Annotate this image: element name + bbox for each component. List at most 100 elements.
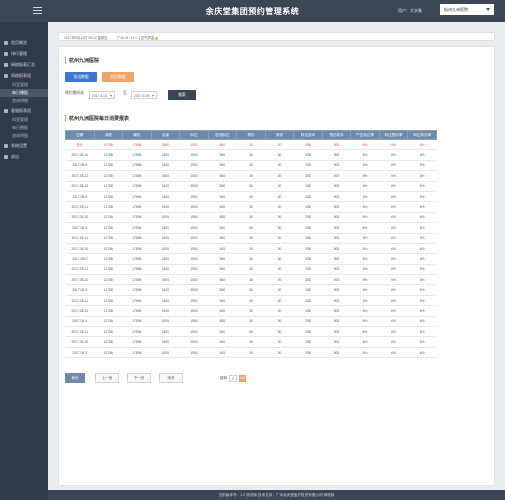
- sidebar: 首页概览 排行管理 网络报表汇总 网络报表组 科室管理 每日播报 咨询明细 客服…: [0, 22, 48, 500]
- sidebar-item-logout[interactable]: 退出: [0, 151, 48, 162]
- sidebar-item-label: 系统设置: [11, 142, 27, 148]
- table-cell: 6%: [407, 191, 437, 203]
- date-to-select[interactable]: 2017-5-08: [131, 91, 157, 99]
- table-cell: 30: [236, 347, 266, 359]
- table-cell: 2017-05-9: [65, 191, 95, 203]
- table-cell: 1500: [179, 336, 209, 348]
- table-row: 2017-05-9 11758 17896 1500 1500 800 30 30 258 500…: [65, 347, 437, 359]
- sidebar-subitem-daily[interactable]: 每日播报: [0, 89, 48, 97]
- table-cell: 6%: [350, 181, 380, 192]
- table-cell: 1500: [151, 284, 180, 296]
- sidebar-subitem-dept[interactable]: 科室管理: [0, 81, 48, 89]
- table-cell: 17896: [122, 212, 152, 224]
- sidebar-item-network-group[interactable]: 网络报表组: [0, 70, 48, 81]
- user-label[interactable]: 用户：大头象: [398, 8, 422, 14]
- table-cell: 258: [293, 295, 323, 307]
- chart-icon: [4, 73, 8, 78]
- table-cell: 1500: [179, 149, 209, 161]
- table-cell: 6%: [350, 347, 380, 359]
- sidebar-item-home[interactable]: 首页概览: [0, 37, 48, 48]
- next-page-button[interactable]: 下一页: [127, 373, 151, 383]
- first-page-button[interactable]: 首页: [65, 373, 85, 383]
- table-cell: 11758: [94, 264, 123, 276]
- table-cell: 6%: [379, 181, 408, 192]
- page-input[interactable]: 2: [229, 375, 238, 382]
- sidebar-item-label: 网络报表组: [11, 72, 31, 78]
- sidebar-subitem-consult[interactable]: 咨询明细: [0, 97, 48, 105]
- table-header-cell: 曝光: [122, 130, 152, 140]
- table-cell: 6%: [379, 336, 408, 348]
- table-cell: 500: [322, 316, 351, 328]
- sidebar-item-service-group[interactable]: 客服报表组: [0, 105, 48, 116]
- table-row: 2017-05-11 11758 17896 1500 1500 800 30 30 258 50…: [65, 170, 437, 182]
- sidebar-item-settings[interactable]: 系统设置: [0, 140, 48, 151]
- table-cell: 30: [265, 243, 294, 255]
- chevron-down-icon: [152, 95, 154, 97]
- compare-button[interactable]: 对比数据: [102, 72, 134, 82]
- table-cell: 6%: [407, 264, 437, 276]
- table-cell: 800: [208, 243, 237, 255]
- table-cell: 30: [236, 233, 266, 244]
- table-cell: 500: [322, 139, 351, 151]
- table-cell: 500: [322, 181, 351, 192]
- table-cell: 1500: [179, 347, 209, 359]
- table-cell: 258: [293, 233, 323, 244]
- table-cell: 11758: [94, 139, 123, 151]
- date-from-select[interactable]: 2017-5-01: [89, 91, 115, 99]
- table-cell: 258: [293, 326, 323, 338]
- table-cell: 258: [293, 139, 323, 151]
- table-cell: 800: [208, 253, 237, 265]
- table-cell: 30: [265, 233, 294, 244]
- sidebar-subitem-dept[interactable]: 科室管理: [0, 116, 48, 124]
- table-cell: 800: [208, 305, 237, 317]
- table-cell: 30: [265, 201, 294, 213]
- table-cell: 11758: [94, 181, 123, 192]
- table-row: 2017-05-10 11758 17896 1500 1500 800 30 30 258 50…: [65, 274, 437, 286]
- table-cell: 258: [293, 316, 323, 328]
- table-cell: 2017-05-9: [65, 160, 95, 172]
- table-cell: 6%: [407, 253, 437, 265]
- table-cell: 30: [236, 295, 266, 307]
- table-cell: 6%: [379, 264, 408, 276]
- table-cell: 2017-05-10: [65, 149, 95, 161]
- table-cell: 30: [265, 284, 294, 296]
- go-button[interactable]: GO: [239, 375, 247, 382]
- prev-page-button[interactable]: 上一页: [95, 373, 119, 383]
- table-cell: 6%: [379, 139, 408, 151]
- export-button[interactable]: 导出数据: [65, 72, 97, 82]
- table-cell: 800: [208, 212, 237, 224]
- table-cell: 6%: [407, 336, 437, 348]
- search-button[interactable]: 搜索: [168, 90, 196, 100]
- sidebar-item-label: 首页概览: [11, 39, 27, 45]
- table-cell: 6%: [407, 284, 437, 296]
- table-cell: 800: [208, 160, 237, 172]
- table-cell: 500: [322, 347, 351, 359]
- table-cell: 800: [208, 336, 237, 348]
- table-cell: 6%: [350, 295, 380, 307]
- table-cell: 1500: [151, 149, 180, 161]
- table-cell: 6%: [407, 160, 437, 172]
- hospital-select[interactable]: 杭州九洲医院: [440, 4, 494, 15]
- table-cell: 30: [236, 201, 266, 213]
- last-page-button[interactable]: 末页: [159, 373, 183, 383]
- table-cell: 800: [208, 139, 237, 151]
- sidebar-item-ranking[interactable]: 排行管理: [0, 48, 48, 59]
- sidebar-item-network-summary[interactable]: 网络报表汇总: [0, 59, 48, 70]
- report-title: 杭州九洲医院每日消费报表: [65, 115, 129, 122]
- table-cell: 6%: [379, 170, 408, 182]
- sidebar-subitem-consult[interactable]: 咨询明细: [0, 132, 48, 140]
- date-time: 2017年5月12日 09:12 星期五: [64, 36, 108, 40]
- chevron-down-icon: [110, 95, 112, 97]
- table-cell: 500: [322, 284, 351, 296]
- table-cell: 2017-05-10: [65, 243, 95, 255]
- table-cell: 6%: [350, 284, 380, 296]
- table-cell: 6%: [379, 201, 408, 213]
- table-cell: 800: [208, 181, 237, 192]
- table-cell: 1500: [179, 233, 209, 244]
- table-cell: 30: [265, 316, 294, 328]
- table-cell: 258: [293, 305, 323, 317]
- table-cell: 30: [236, 139, 266, 151]
- table-row: 2017-05-11 11758 17896 1500 1500 800 30 30 258 50…: [65, 326, 437, 338]
- sidebar-subitem-daily[interactable]: 每日播报: [0, 124, 48, 132]
- table-cell: 500: [322, 264, 351, 276]
